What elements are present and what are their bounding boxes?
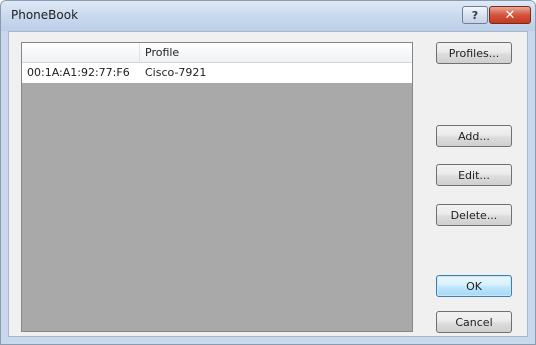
- close-icon: ✕: [504, 7, 516, 23]
- profile-cell: Cisco-7921: [145, 66, 207, 79]
- table-row[interactable]: 00:1A:A1:92:77:F6 Cisco-7921: [22, 63, 412, 83]
- help-icon: ?: [471, 8, 479, 22]
- dialog-client-area: Profile 00:1A:A1:92:77:F6 Cisco-7921 Pro…: [8, 31, 528, 337]
- phonebook-list[interactable]: Profile 00:1A:A1:92:77:F6 Cisco-7921: [21, 42, 413, 332]
- column-header-profile[interactable]: Profile: [140, 43, 412, 62]
- mac-address-cell: 00:1A:A1:92:77:F6: [27, 66, 130, 79]
- delete-button[interactable]: Delete...: [436, 204, 512, 226]
- list-header: Profile: [22, 43, 412, 63]
- phonebook-window: PhoneBook ? ✕ Profile 00:1A:A1:92:77:F6 …: [0, 0, 536, 345]
- cancel-button[interactable]: Cancel: [436, 311, 512, 333]
- edit-button[interactable]: Edit...: [436, 164, 512, 186]
- profiles-button[interactable]: Profiles...: [436, 42, 512, 64]
- column-header-address[interactable]: [22, 43, 140, 62]
- window-title: PhoneBook: [11, 8, 79, 22]
- ok-button[interactable]: OK: [436, 275, 512, 297]
- add-button[interactable]: Add...: [436, 125, 512, 147]
- title-bar[interactable]: PhoneBook ? ✕: [1, 1, 535, 31]
- close-button[interactable]: ✕: [489, 6, 531, 24]
- help-button[interactable]: ?: [462, 6, 488, 24]
